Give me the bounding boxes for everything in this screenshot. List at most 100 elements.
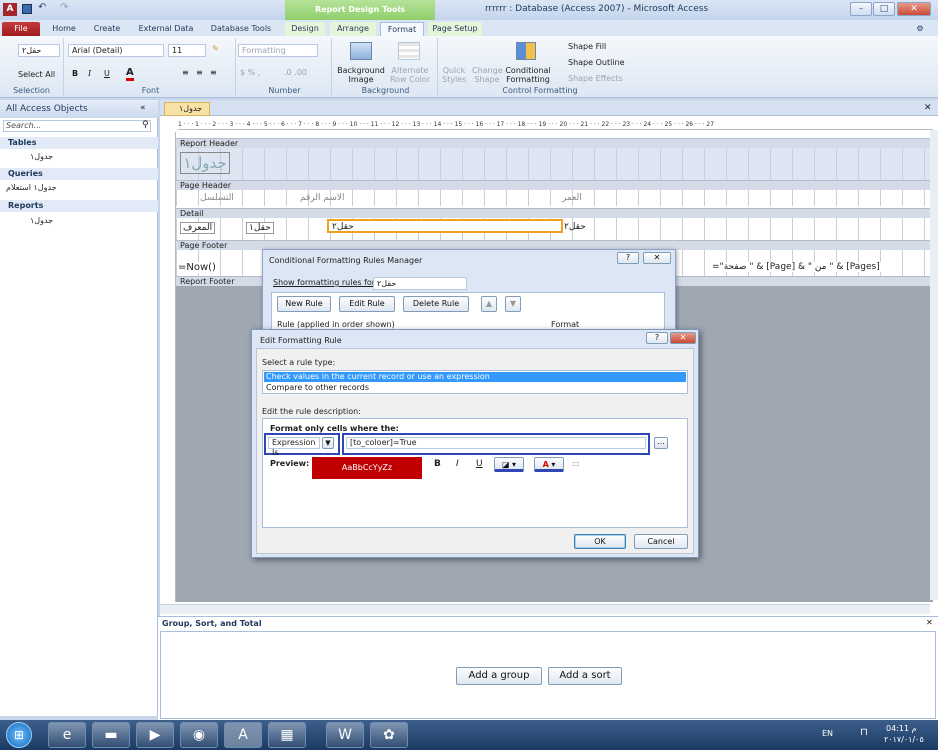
detail-field-id[interactable]: المعرف xyxy=(180,222,216,234)
move-down-button[interactable]: ▼ xyxy=(505,296,521,312)
change-shape-button[interactable]: Change Shape xyxy=(472,66,503,84)
move-up-button[interactable]: ▲ xyxy=(481,296,497,312)
ok-button[interactable]: OK xyxy=(574,534,626,549)
data-bar-icon[interactable]: ▭ xyxy=(572,459,580,468)
bold-button[interactable]: B xyxy=(72,69,78,78)
align-left-icon[interactable]: ≡ xyxy=(182,68,189,77)
tab-file[interactable]: File xyxy=(2,22,40,36)
tab-page-setup[interactable]: Page Setup xyxy=(428,22,482,36)
detail-field-3[interactable]: حقل٢ xyxy=(564,222,586,232)
detail-field-2[interactable]: حقل٢ xyxy=(332,222,354,232)
expression-builder-button[interactable]: … xyxy=(654,437,668,449)
nav-search-input[interactable]: Search... xyxy=(3,120,151,132)
decimal-icon[interactable]: .0 .00 xyxy=(284,68,307,77)
format-painter-icon[interactable]: ✎ xyxy=(212,44,219,53)
redo-icon[interactable]: ↷ xyxy=(60,2,68,13)
bold-toggle[interactable]: B xyxy=(434,459,441,469)
rule-type-option-expression[interactable]: Check values in the current record or us… xyxy=(264,372,686,382)
underline-button[interactable]: U xyxy=(104,69,110,78)
footer-pages-field[interactable]: ="صفحة " & [Page] & " من " & [Pages] xyxy=(712,262,892,272)
background-image-button[interactable]: Background Image xyxy=(336,66,386,84)
access-taskbar-icon[interactable]: A xyxy=(224,722,262,748)
expression-type-dropdown-icon[interactable]: ▼ xyxy=(322,437,334,449)
nav-title[interactable]: All Access Objects xyxy=(0,100,158,118)
alternate-row-color-button[interactable]: Alternate Row Color xyxy=(386,66,434,84)
dialog-close-button[interactable]: ✕ xyxy=(670,332,696,344)
nav-section-reports[interactable]: Reports xyxy=(0,200,158,212)
expression-input[interactable]: [to_coloer]=True xyxy=(346,437,646,449)
section-page-header[interactable]: Page Header xyxy=(176,180,933,190)
conditional-formatting-button[interactable]: Conditional Formatting xyxy=(504,66,552,84)
save-icon[interactable] xyxy=(22,4,32,14)
tab-database-tools[interactable]: Database Tools xyxy=(204,22,278,36)
firefox-icon[interactable]: ◉ xyxy=(180,722,218,748)
group-pane-close-icon[interactable]: ✕ xyxy=(926,618,933,627)
search-icon[interactable]: ⚲ xyxy=(142,120,149,130)
doc-close-icon[interactable]: ✕ xyxy=(924,103,932,113)
clock-time[interactable]: 04:11 م xyxy=(886,724,917,733)
font-color-button[interactable]: A ▾ xyxy=(534,457,564,472)
edit-rule-button[interactable]: Edit Rule xyxy=(339,296,395,312)
tab-home[interactable]: Home xyxy=(46,22,82,36)
delete-rule-button[interactable]: Delete Rule xyxy=(403,296,469,312)
section-report-header[interactable]: Report Header xyxy=(176,138,933,148)
object-select[interactable]: حقل٢ xyxy=(18,44,60,57)
report-title-label[interactable]: جدول١ xyxy=(180,152,230,174)
media-player-icon[interactable]: ▶ xyxy=(136,722,174,748)
help-icon[interactable]: ⚙ xyxy=(910,22,930,36)
ph-serial-label[interactable]: التسلسل xyxy=(200,193,234,203)
cf-close-button[interactable]: ✕ xyxy=(643,252,671,264)
detail-field-1[interactable]: حقل١ xyxy=(246,222,274,234)
word-icon[interactable]: W xyxy=(326,722,364,748)
new-rule-button[interactable]: New Rule xyxy=(277,296,331,312)
underline-toggle[interactable]: U xyxy=(476,459,483,469)
undo-icon[interactable]: ↶ xyxy=(38,2,46,13)
shape-effects-button[interactable]: Shape Effects xyxy=(568,74,623,83)
section-detail[interactable]: Detail xyxy=(176,208,933,218)
ph-age-label[interactable]: العمر xyxy=(562,193,582,203)
font-name-select[interactable]: Arial (Detail) xyxy=(68,44,164,57)
tab-design[interactable]: Design xyxy=(285,22,325,36)
winrar-icon[interactable]: ▦ xyxy=(268,722,306,748)
tab-arrange[interactable]: Arrange xyxy=(330,22,376,36)
expression-type-select[interactable]: Expression Is xyxy=(268,437,320,457)
italic-toggle[interactable]: I xyxy=(456,459,459,469)
add-group-button[interactable]: Add a group xyxy=(456,667,542,685)
tab-external-data[interactable]: External Data xyxy=(134,22,198,36)
start-orb-icon[interactable]: ⊞ xyxy=(6,722,32,748)
clock-date[interactable]: ٢٠١٧/٠١/٠٥ xyxy=(884,735,924,744)
tab-create[interactable]: Create xyxy=(88,22,126,36)
detail-field-2-selected[interactable] xyxy=(327,219,563,233)
cancel-button[interactable]: Cancel xyxy=(634,534,688,549)
nav-section-queries[interactable]: Queries xyxy=(0,168,158,180)
select-all-button[interactable]: Select All xyxy=(18,70,55,79)
language-indicator[interactable]: EN xyxy=(822,729,833,738)
font-size-select[interactable]: 11 xyxy=(168,44,206,57)
background-color-button[interactable]: ◪ ▾ xyxy=(494,457,524,472)
paint-icon[interactable]: ✿ xyxy=(370,722,408,748)
nav-item-query[interactable]: جدول١ استعلام xyxy=(6,182,57,194)
footer-now-field[interactable]: =Now() xyxy=(178,262,216,273)
align-right-icon[interactable]: ≡ xyxy=(210,68,217,77)
quick-styles-button[interactable]: Quick Styles xyxy=(442,66,466,84)
explorer-icon[interactable]: ▬ xyxy=(92,722,130,748)
add-sort-button[interactable]: Add a sort xyxy=(548,667,622,685)
align-center-icon[interactable]: ≡ xyxy=(196,68,203,77)
minimize-button[interactable]: – xyxy=(850,2,872,16)
shape-outline-button[interactable]: Shape Outline xyxy=(568,58,625,67)
rule-type-option-compare[interactable]: Compare to other records xyxy=(264,383,369,393)
close-button[interactable]: ✕ xyxy=(897,2,931,16)
maximize-button[interactable]: □ xyxy=(873,2,895,16)
tab-format[interactable]: Format xyxy=(380,22,424,36)
currency-icon[interactable]: $ % , xyxy=(240,68,260,77)
cf-help-button[interactable]: ? xyxy=(617,252,639,264)
tab-report[interactable]: جدول١ xyxy=(164,102,210,116)
vertical-scrollbar[interactable] xyxy=(930,130,938,600)
horizontal-scrollbar[interactable] xyxy=(160,604,930,614)
ie-icon[interactable]: e xyxy=(48,722,86,748)
cf-show-select[interactable]: حقل٢ xyxy=(373,277,467,290)
ph-name-label[interactable]: الاسم الرقم xyxy=(300,193,345,203)
nav-item-table[interactable]: جدول١ xyxy=(30,151,53,163)
italic-button[interactable]: I xyxy=(88,69,91,78)
nav-collapse-icon[interactable]: « xyxy=(140,103,146,113)
